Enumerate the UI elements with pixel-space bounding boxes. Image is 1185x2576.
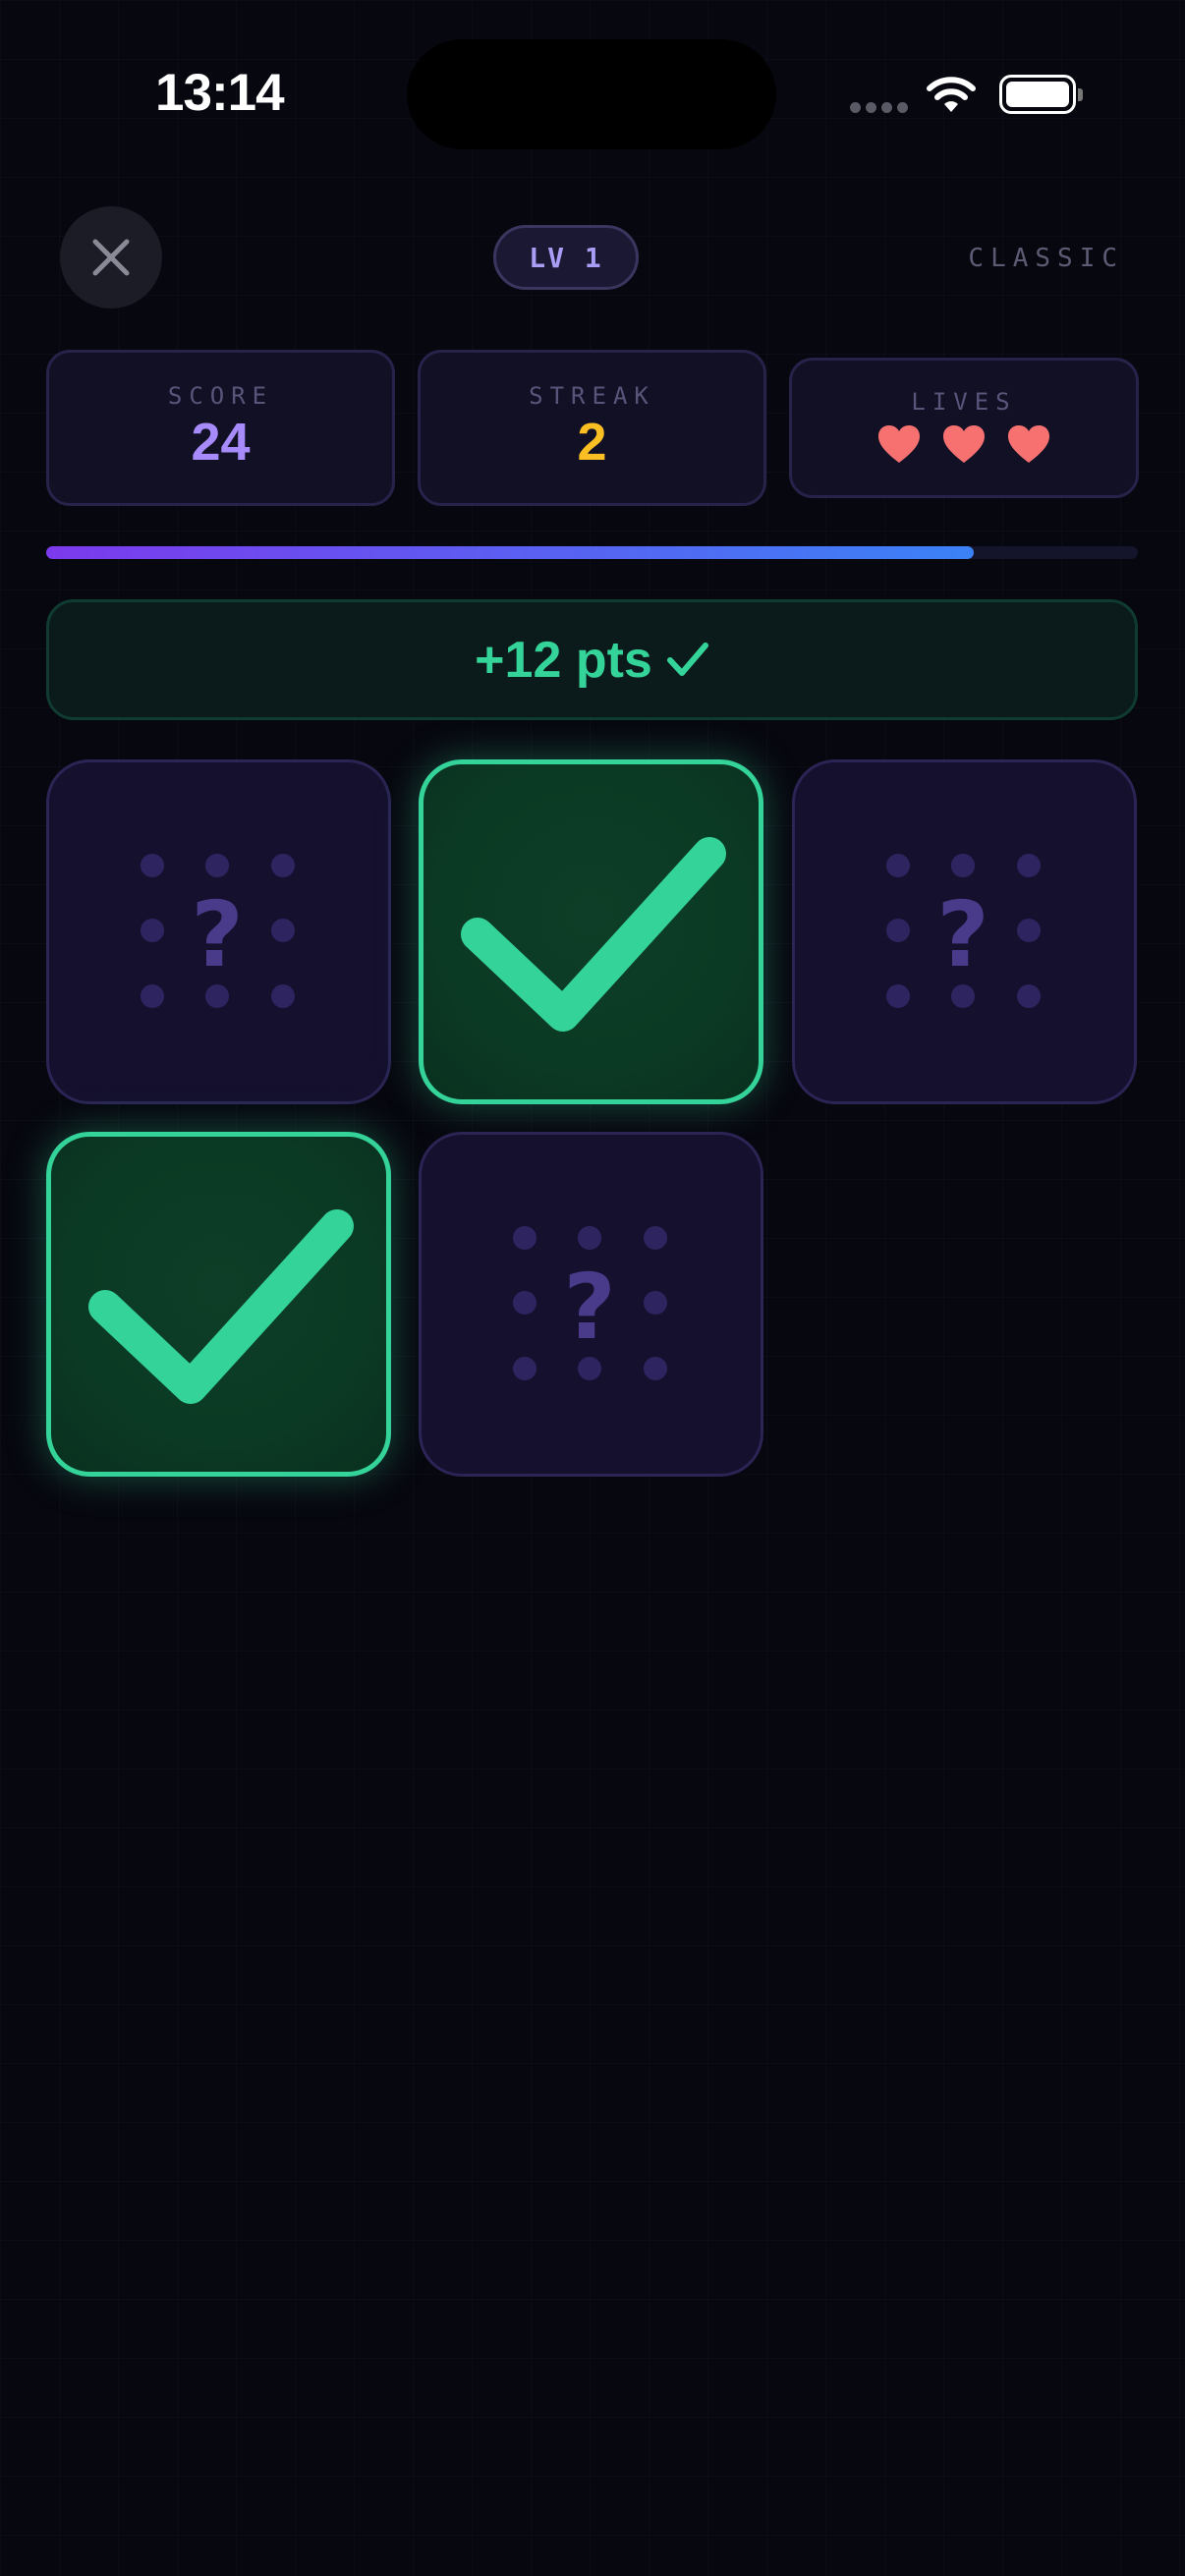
progress-fill (46, 546, 975, 559)
svg-text:?: ? (936, 882, 988, 987)
lives-label: LIVES (911, 388, 1017, 416)
svg-text:?: ? (191, 882, 243, 987)
lives-card: LIVES (789, 358, 1139, 498)
game-mode-label: CLASSIC (968, 244, 1124, 273)
svg-text:?: ? (563, 1255, 615, 1360)
card-tile-matched (46, 1132, 391, 1477)
level-badge: LV 1 (493, 225, 639, 290)
card-tile-hidden[interactable]: ? (46, 759, 391, 1104)
heart-icon (943, 425, 985, 463)
score-card: SCORE 24 (46, 350, 395, 506)
card-tile-hidden[interactable]: ? (419, 1132, 763, 1477)
dynamic-island (407, 39, 776, 149)
question-icon: ? (513, 1226, 667, 1380)
question-icon: ? (886, 854, 1041, 1008)
progress-bar (46, 546, 1138, 559)
streak-value: 2 (577, 413, 607, 472)
streak-label: STREAK (529, 382, 655, 410)
checkmark-icon (461, 837, 726, 1032)
status-time: 13:14 (155, 64, 285, 122)
close-button[interactable] (60, 206, 162, 308)
card-tile-hidden[interactable]: ? (792, 759, 1137, 1104)
heart-icon (878, 425, 920, 463)
wifi-icon (927, 77, 976, 112)
question-icon: ? (141, 854, 295, 1008)
streak-card: STREAK 2 (418, 350, 766, 506)
battery-icon (999, 75, 1083, 114)
feedback-text: +12 pts (475, 631, 652, 689)
heart-icon (1008, 425, 1049, 463)
card-tile-matched (419, 759, 763, 1104)
feedback-banner: +12 pts (46, 599, 1138, 720)
close-icon (92, 239, 130, 276)
status-bar: 13:14 (0, 0, 1185, 187)
checkmark-icon (88, 1209, 354, 1404)
score-value: 24 (191, 413, 251, 472)
lives-hearts (792, 423, 1136, 465)
checkmark-icon (666, 642, 708, 676)
score-label: SCORE (167, 382, 274, 410)
cellular-signal-icon (850, 102, 909, 116)
